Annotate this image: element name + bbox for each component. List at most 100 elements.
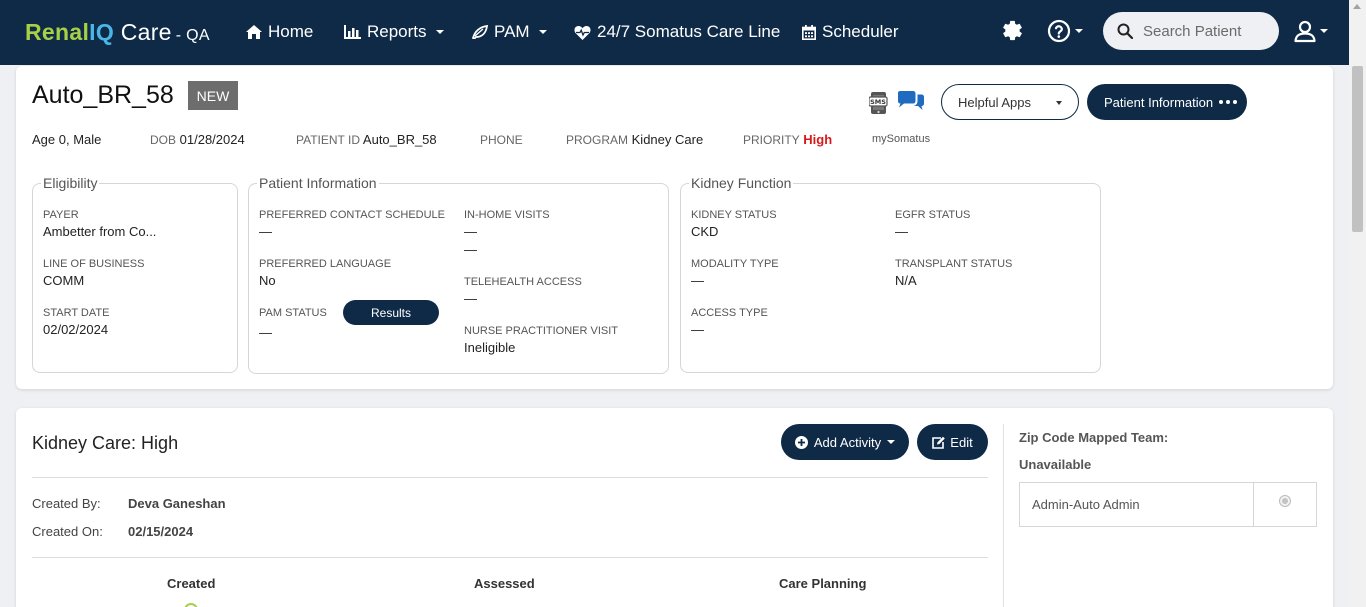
modality-type-value: — [691, 273, 704, 288]
patient-information-title: Patient Information [259, 175, 377, 191]
scroll-up-arrow-icon[interactable] [1353, 4, 1361, 9]
patient-phone: PHONE [480, 133, 523, 147]
preferred-language-label: PREFERRED LANGUAGE [259, 258, 392, 270]
created-by-label: Created By: [32, 496, 101, 511]
in-home-visits-value: — [464, 224, 477, 239]
zip-team-label: Zip Code Mapped Team: [1019, 430, 1169, 445]
kidney-function-panel: Kidney Function [680, 175, 1101, 373]
patient-id: PATIENT ID Auto_BR_58 [296, 132, 437, 147]
lob-label: LINE OF BUSINESS [43, 258, 145, 270]
add-activity-button[interactable]: Add Activity [781, 424, 909, 460]
edit-icon [932, 436, 946, 449]
help-menu[interactable] [1047, 19, 1083, 43]
chevron-down-icon [1075, 29, 1083, 33]
stage-assessed: Assessed [474, 576, 535, 591]
more-dots-icon [1219, 100, 1238, 104]
helpful-apps-dropdown[interactable]: Helpful Apps [941, 84, 1079, 120]
in-home-visits-label: IN-HOME VISITS [464, 209, 550, 221]
patient-dob: DOB 01/28/2024 [150, 132, 245, 147]
contact-schedule-value: — [259, 224, 272, 239]
team-option[interactable]: Admin-Auto Admin [1019, 482, 1317, 527]
search-icon [1117, 23, 1133, 39]
nav-pam[interactable]: PAM [472, 22, 547, 42]
divider [32, 557, 988, 558]
top-navbar: RenalIQ Care - QA Home Reports PAM 24/7 S… [0, 0, 1349, 65]
egfr-status-label: EGFR STATUS [895, 209, 971, 221]
chevron-down-icon [435, 30, 444, 34]
status-badge: NEW [188, 81, 238, 110]
payer-label: PAYER [43, 209, 79, 221]
created-on-value: 02/15/2024 [128, 524, 194, 539]
user-icon [1294, 20, 1316, 43]
kidney-status-value: CKD [691, 224, 719, 239]
start-date-label: START DATE [43, 307, 110, 319]
patient-age-sex: Age 0, Male [32, 132, 102, 147]
access-type-label: ACCESS TYPE [691, 307, 768, 319]
contact-schedule-label: PREFERRED CONTACT SCHEDULE [259, 209, 446, 221]
sms-icon[interactable]: SMS [868, 91, 889, 120]
brand-logo[interactable]: RenalIQ Care - QA [25, 19, 210, 46]
nav-scheduler[interactable]: Scheduler [802, 22, 899, 42]
edit-button[interactable]: Edit [917, 424, 988, 460]
nav-home-label: Home [268, 22, 314, 41]
preferred-language-value: No [259, 273, 276, 288]
np-visit-label: NURSE PRACTITIONER VISIT [464, 325, 619, 337]
stage-created: Created [167, 576, 216, 591]
kidney-status-label: KIDNEY STATUS [691, 209, 777, 221]
help-icon [1047, 19, 1071, 43]
user-menu[interactable] [1293, 19, 1328, 43]
nav-reports[interactable]: Reports [344, 22, 444, 42]
access-type-value: — [691, 322, 704, 337]
leaf-icon [472, 25, 488, 39]
pam-status-label: PAM STATUS [259, 307, 327, 319]
chevron-down-icon [887, 440, 896, 444]
team-radio[interactable] [1279, 495, 1291, 507]
kidney-function-title: Kidney Function [691, 175, 792, 191]
patient-information-button[interactable]: Patient Information [1087, 84, 1247, 120]
divider [1253, 483, 1254, 526]
egfr-status-value: — [895, 224, 908, 239]
nav-home[interactable]: Home [246, 22, 313, 42]
patient-program: PROGRAM Kidney Care [566, 132, 704, 147]
chevron-down-icon [538, 30, 547, 34]
nav-care-line-label: 24/7 Somatus Care Line [597, 22, 781, 41]
transplant-status-label: TRANSPLANT STATUS [895, 258, 1013, 270]
heart-pulse-icon [574, 25, 591, 40]
pam-status-value: — [259, 325, 272, 340]
search-bar[interactable] [1103, 12, 1279, 50]
svg-text:SMS: SMS [870, 98, 886, 106]
gear-icon[interactable] [1001, 19, 1024, 47]
care-program-title: Kidney Care: High [32, 433, 179, 453]
divider [32, 477, 988, 478]
modality-type-label: MODALITY TYPE [691, 258, 779, 270]
payer-value: Ambetter from Co... [43, 224, 157, 239]
chat-icon[interactable] [896, 90, 926, 119]
created-by-value: Deva Ganeshan [128, 496, 226, 511]
transplant-status-value: N/A [895, 273, 917, 288]
calendar-icon [802, 24, 816, 40]
created-on-label: Created On: [32, 524, 103, 539]
my-somatus-link[interactable]: mySomatus [872, 133, 930, 145]
patient-name: Auto_BR_58 [32, 81, 174, 109]
chevron-down-icon [1320, 29, 1328, 33]
page-scrollbar[interactable] [1349, 0, 1366, 607]
home-icon [246, 25, 262, 39]
results-button[interactable]: Results [343, 300, 439, 325]
nav-scheduler-label: Scheduler [822, 22, 899, 41]
chevron-down-icon [1056, 101, 1062, 105]
zip-team-status: Unavailable [1019, 457, 1092, 472]
stage-care-planning: Care Planning [779, 576, 867, 591]
in-home-visits-value-2: — [464, 242, 477, 257]
lob-value: COMM [43, 273, 85, 288]
telehealth-label: TELEHEALTH ACCESS [464, 276, 582, 288]
nav-reports-label: Reports [367, 22, 427, 41]
bar-chart-icon [344, 25, 361, 39]
nav-pam-label: PAM [494, 22, 530, 41]
start-date-value: 02/02/2024 [43, 322, 109, 337]
team-name: Admin-Auto Admin [1032, 497, 1140, 512]
plus-circle-icon [794, 435, 808, 449]
search-input[interactable] [1143, 22, 1263, 40]
np-visit-value: Ineligible [464, 340, 516, 355]
nav-care-line[interactable]: 24/7 Somatus Care Line [574, 22, 780, 42]
scrollbar-thumb[interactable] [1352, 66, 1363, 232]
